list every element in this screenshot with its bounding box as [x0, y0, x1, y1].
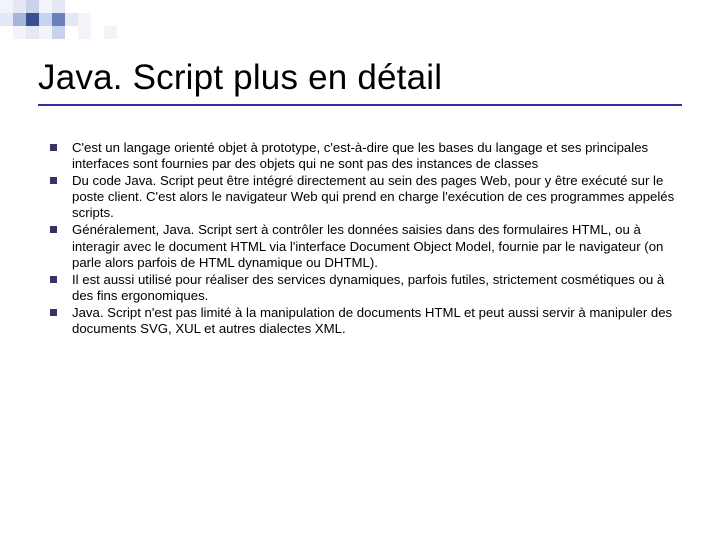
slide-title: Java. Script plus en détail [38, 58, 682, 98]
bullet-item: Il est aussi utilisé pour réaliser des s… [44, 272, 682, 304]
bullet-item: C'est un langage orienté objet à prototy… [44, 140, 682, 172]
bullet-item: Java. Script n'est pas limité à la manip… [44, 305, 682, 337]
bullet-item: Du code Java. Script peut être intégré d… [44, 173, 682, 221]
slide-content: Java. Script plus en détail C'est un lan… [0, 0, 720, 358]
title-underline [38, 104, 682, 106]
corner-decoration [0, 0, 160, 40]
bullet-list: C'est un langage orienté objet à prototy… [38, 140, 682, 337]
bullet-item: Généralement, Java. Script sert à contrô… [44, 222, 682, 270]
